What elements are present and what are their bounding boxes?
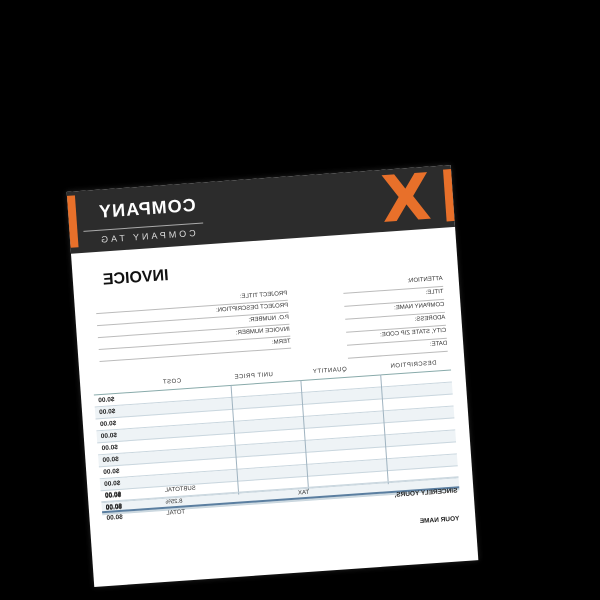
header-unit-price: UNIT PRICE (233, 371, 274, 381)
project-fields: PROJECT TITLE: PROJECT DESCRIPTION: P.O. N… (195, 288, 292, 356)
row-cost: $0.00 (99, 420, 117, 429)
logo-x-icon: X (378, 165, 434, 238)
total-value: $0.00 (106, 513, 124, 522)
recipient-field-label: ADDRESS: (414, 314, 446, 323)
project-field-label: PROJECT DESCRIPTION: (215, 302, 289, 314)
project-field-label: P.O. NUMBER: (248, 314, 290, 324)
recipient-field-label: CITY, STATE ZIP CODE: (379, 327, 447, 339)
invoice-document-wrapper: X COMPANY COMPANY TAG INVOICE ATTENTION:… (66, 165, 479, 587)
stage: X COMPANY COMPANY TAG INVOICE ATTENTION:… (0, 0, 600, 600)
header-quantity: QUANTITY (312, 366, 347, 376)
row-cost: $0.00 (100, 431, 118, 441)
tax-rate: 8.25% (165, 498, 183, 506)
closing-your-name: YOUR NAME (419, 515, 460, 526)
project-field-label: PROJECT TITLE: (239, 290, 288, 301)
company-name: COMPANY (97, 194, 197, 222)
header-band: X COMPANY COMPANY TAG (66, 165, 456, 254)
row-cost: $0.00 (98, 408, 116, 417)
recipient-fields: ATTENTION: TITLE: COMPANY NAME: ADDRESS: CIT… (342, 273, 448, 359)
project-field-label: TERM: (271, 338, 291, 346)
row-cost: $0.00 (98, 396, 115, 405)
recipient-field-label: COMPANY NAME: (393, 301, 445, 312)
tax-label: TAX (297, 489, 310, 497)
invoice-document: X COMPANY COMPANY TAG INVOICE ATTENTION:… (66, 165, 479, 587)
row-cost: $0.00 (103, 467, 120, 477)
recipient-field-label: DATE: (429, 340, 448, 348)
row-cost: $0.00 (101, 443, 119, 453)
recipient-field-label: TITLE: (425, 288, 444, 297)
subtotal-label: SUBTOTAL (164, 485, 197, 494)
total-label: TOTAL (166, 509, 186, 517)
row-cost: $0.00 (103, 479, 121, 488)
header-description: DESCRIPTION (389, 360, 437, 370)
invoice-title: INVOICE (102, 267, 170, 289)
recipient-field-label: ATTENTION: (407, 275, 443, 285)
subtotal-value: $0.00 (104, 490, 122, 499)
row-cost: $0.00 (102, 455, 119, 465)
accent-stripe-right (66, 195, 79, 248)
company-tag: COMPANY TAG (97, 228, 197, 245)
accent-stripe-left (443, 169, 455, 222)
header-cost: COST (162, 378, 182, 386)
project-field-label: INVOICE NUMBER: (235, 326, 291, 337)
project-field-values (95, 295, 200, 363)
